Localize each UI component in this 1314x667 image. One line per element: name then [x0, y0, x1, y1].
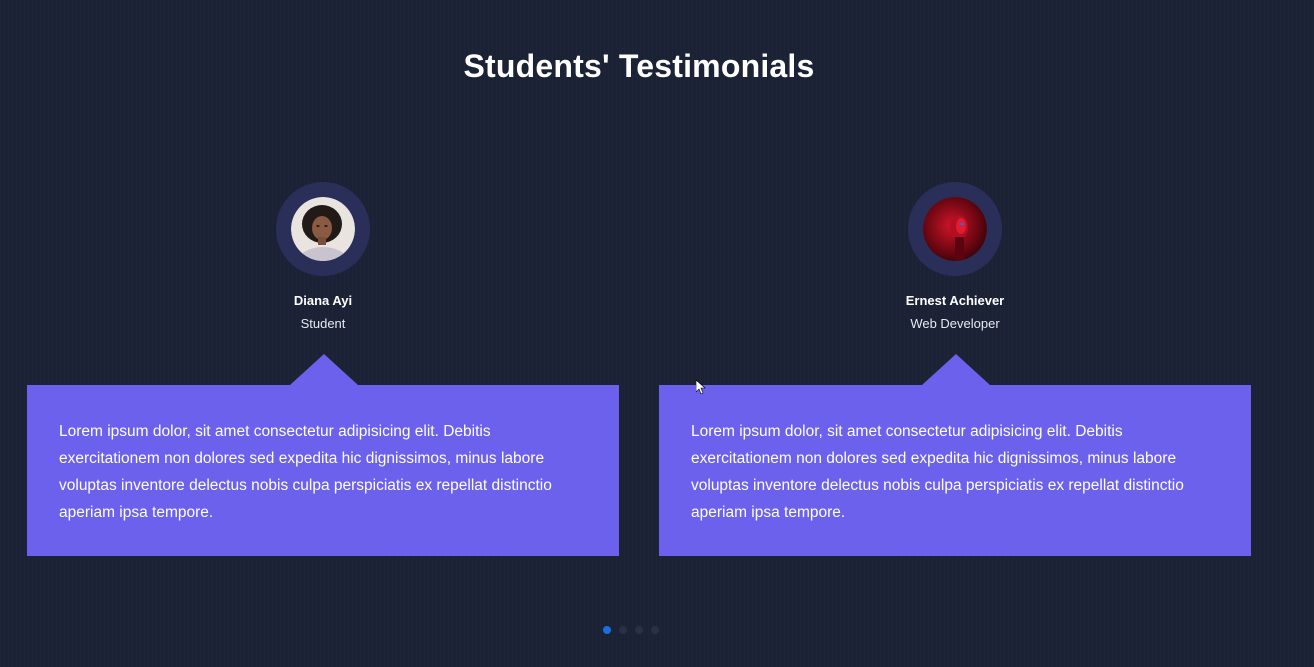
page-title: Students' Testimonials — [463, 48, 815, 84]
testimonial-text: Lorem ipsum dolor, sit amet consectetur … — [691, 423, 1184, 521]
pagination-dot[interactable] — [635, 626, 643, 634]
avatar — [291, 197, 355, 261]
slider-pagination — [603, 626, 659, 634]
person-role: Web Developer — [910, 316, 1000, 331]
person-role: Student — [300, 316, 346, 331]
person-name: Diana Ayi — [293, 293, 353, 308]
speech-pointer — [290, 354, 358, 385]
avatar-ring — [908, 182, 1002, 276]
testimonial-quote-box: Lorem ipsum dolor, sit amet consectetur … — [27, 385, 619, 556]
speech-pointer — [922, 354, 990, 385]
testimonial-text: Lorem ipsum dolor, sit amet consectetur … — [59, 423, 552, 521]
avatar-ring — [276, 182, 370, 276]
testimonial-quote-box: Lorem ipsum dolor, sit amet consectetur … — [659, 385, 1251, 556]
pagination-dot-active[interactable] — [603, 626, 611, 634]
pagination-dot[interactable] — [619, 626, 627, 634]
pagination-dot[interactable] — [651, 626, 659, 634]
person-name: Ernest Achiever — [905, 293, 1005, 308]
avatar — [923, 197, 987, 261]
mouse-cursor-icon — [696, 380, 706, 394]
